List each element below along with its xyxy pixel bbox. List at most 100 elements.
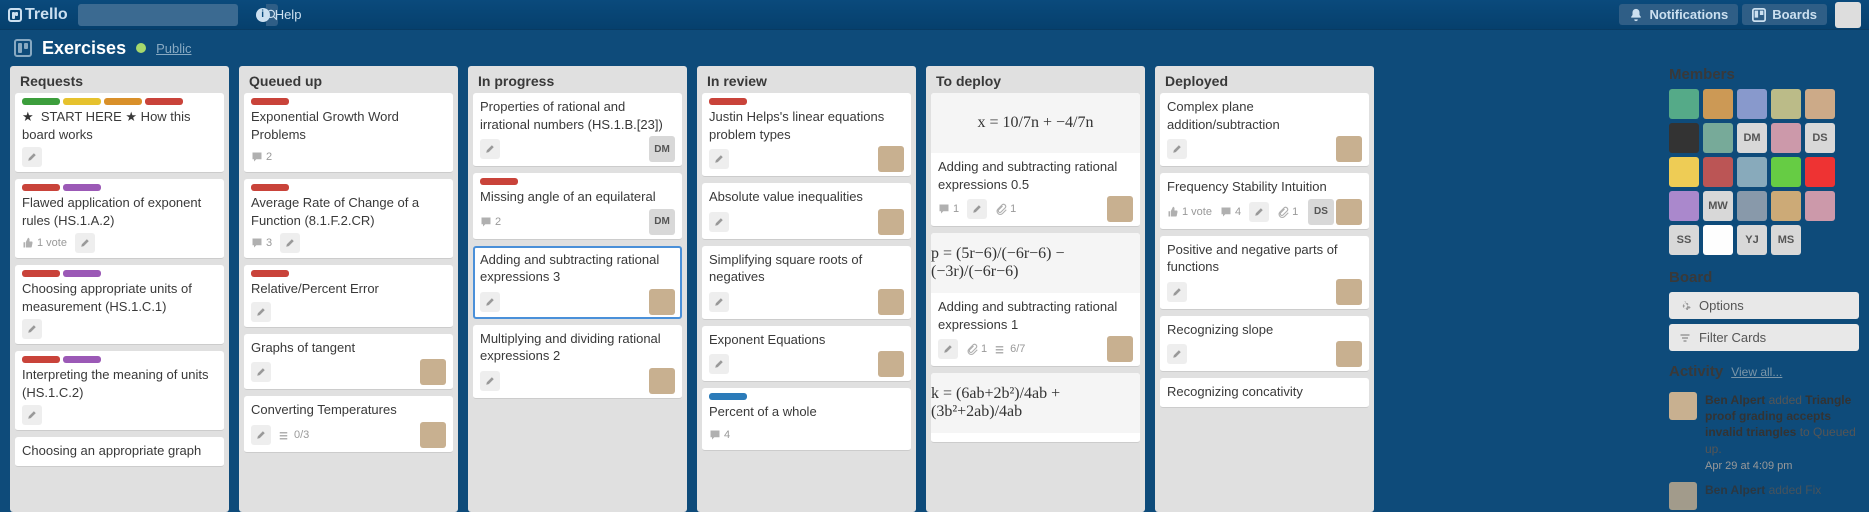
member-avatar[interactable] [420,422,446,448]
member-avatar[interactable] [1669,123,1699,153]
member-avatar[interactable] [420,359,446,385]
card-title: Simplifying square roots of negatives [709,251,904,286]
card[interactable]: Exponent Equations [702,326,911,383]
list-header[interactable]: Requests [10,66,229,93]
member-avatar[interactable]: YJ [1737,225,1767,255]
member-avatar[interactable] [878,289,904,315]
member-avatar[interactable] [1805,89,1835,119]
card[interactable]: x = 10/7n + −4/7nAdding and subtracting … [931,93,1140,227]
card[interactable]: Simplifying square roots of negatives [702,246,911,320]
card[interactable]: ★ START HERE ★ How this board works [15,93,224,173]
member-avatar[interactable]: DM [649,136,675,162]
member-avatar[interactable] [1107,336,1133,362]
notifications-button[interactable]: Notifications [1619,4,1738,25]
card[interactable]: Recognizing slope [1160,316,1369,373]
boards-button[interactable]: Boards [1742,4,1827,25]
card-labels [709,98,904,105]
list-header[interactable]: In progress [468,66,687,93]
member-avatar[interactable] [1771,191,1801,221]
member-avatar[interactable] [1805,157,1835,187]
options-button[interactable]: Options [1669,292,1859,319]
sidebar: Members DMDSMWSSYJMS Board Options Filte… [1669,66,1859,512]
member-avatar[interactable] [1771,89,1801,119]
list-header[interactable]: In review [697,66,916,93]
card[interactable]: Positive and negative parts of functions [1160,236,1369,310]
member-avatar[interactable] [1703,89,1733,119]
card[interactable]: Percent of a whole4 [702,388,911,451]
member-avatar[interactable] [1703,157,1733,187]
card[interactable]: k = (6ab+2b²)/4ab + (3b²+2ab)/4ab [931,373,1140,443]
list: Requests★ START HERE ★ How this board wo… [10,66,229,512]
member-avatar[interactable]: DM [649,209,675,235]
card[interactable]: Adding and subtracting rational expressi… [473,246,682,319]
filter-label: Filter Cards [1699,330,1766,345]
activity-avatar[interactable] [1669,482,1697,510]
member-avatar[interactable] [1669,157,1699,187]
card[interactable]: Choosing appropriate units of measuremen… [15,265,224,345]
card[interactable]: Average Rate of Change of a Function (8.… [244,179,453,259]
card-title: Recognizing slope [1167,321,1362,339]
card-labels [22,356,217,363]
card[interactable]: Choosing an appropriate graph [15,437,224,467]
user-avatar[interactable] [1835,2,1861,28]
card[interactable]: Properties of rational and irrational nu… [473,93,682,167]
search-input[interactable] [78,7,266,22]
card[interactable]: Exponential Growth Word Problems2 [244,93,453,173]
member-avatar[interactable] [1669,89,1699,119]
card[interactable]: Relative/Percent Error [244,265,453,328]
member-avatar[interactable]: MW [1703,191,1733,221]
member-avatar[interactable] [1771,123,1801,153]
label-red [145,98,183,105]
card[interactable]: Recognizing concativity [1160,378,1369,408]
activity-avatar[interactable] [1669,392,1697,420]
member-avatar[interactable] [1805,191,1835,221]
member-avatar[interactable] [878,146,904,172]
member-avatar[interactable] [1703,123,1733,153]
filter-button[interactable]: Filter Cards [1669,324,1859,351]
list-header[interactable]: To deploy [926,66,1145,93]
member-avatar[interactable] [1737,191,1767,221]
card-title: Flawed application of exponent rules (HS… [22,194,217,229]
member-avatar[interactable] [1771,157,1801,187]
members-grid: DM DS MWSS YJMS [1669,89,1859,255]
card[interactable]: Missing angle of an equilateral2DM [473,173,682,240]
view-all-link[interactable]: View all... [1731,365,1782,379]
member-avatar[interactable]: DS [1805,123,1835,153]
list-header[interactable]: Queued up [239,66,458,93]
member-avatar[interactable] [1737,157,1767,187]
card[interactable]: p = (5r−6)/(−6r−6) − (−3r)/(−6r−6)Adding… [931,233,1140,367]
card[interactable]: Flawed application of exponent rules (HS… [15,179,224,259]
member-avatar[interactable] [1336,341,1362,367]
member-avatar[interactable] [1336,136,1362,162]
card[interactable]: Complex plane addition/subtraction [1160,93,1369,167]
member-avatar[interactable] [649,289,675,315]
member-avatar[interactable] [1107,196,1133,222]
member-avatar[interactable] [878,209,904,235]
member-avatar[interactable]: MS [1771,225,1801,255]
member-avatar[interactable]: SS [1669,225,1699,255]
help-link[interactable]: i Help [256,7,302,22]
member-avatar[interactable]: DM [1737,123,1767,153]
vote-badge: 1 vote [22,237,67,249]
member-avatar[interactable] [649,368,675,394]
card[interactable]: Graphs of tangent [244,334,453,391]
member-avatar[interactable] [1703,225,1733,255]
comments-badge: 2 [251,151,272,163]
card[interactable]: Frequency Stability Intuition1 vote41DS [1160,173,1369,230]
card-members [649,368,675,394]
card[interactable]: Multiplying and dividing rational expres… [473,325,682,399]
list-header[interactable]: Deployed [1155,66,1374,93]
member-avatar[interactable] [1336,199,1362,225]
member-avatar[interactable] [1737,89,1767,119]
card[interactable]: Interpreting the meaning of units (HS.1.… [15,351,224,431]
card-badges [480,368,675,394]
logo[interactable]: Trello [8,6,68,24]
card[interactable]: Converting Temperatures0/3 [244,396,453,453]
member-avatar[interactable] [1336,279,1362,305]
visibility-link[interactable]: Public [156,41,191,56]
card[interactable]: Justin Helps's linear equations problem … [702,93,911,177]
card[interactable]: Absolute value inequalities [702,183,911,240]
member-avatar[interactable]: DS [1308,199,1334,225]
member-avatar[interactable] [878,351,904,377]
member-avatar[interactable] [1669,191,1699,221]
